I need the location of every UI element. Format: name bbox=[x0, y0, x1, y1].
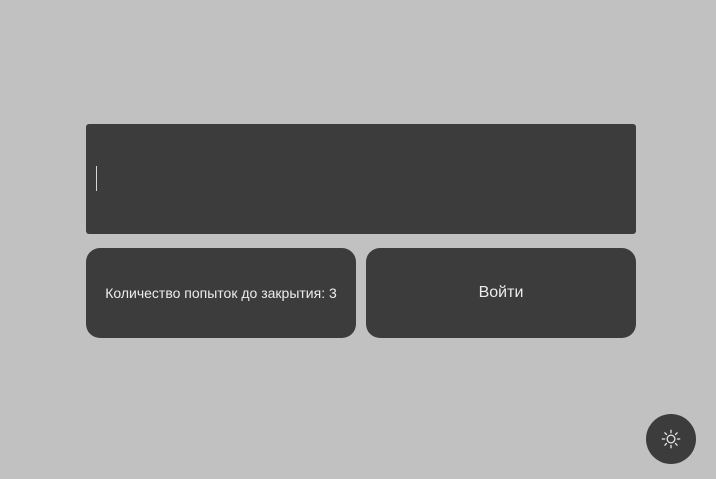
password-field[interactable] bbox=[86, 124, 636, 234]
text-caret bbox=[96, 166, 97, 191]
attempts-remaining-label: Количество попыток до закрытия: 3 bbox=[86, 248, 356, 338]
theme-toggle-button[interactable] bbox=[646, 414, 696, 464]
login-button[interactable]: Войти bbox=[366, 248, 636, 338]
password-input[interactable] bbox=[86, 124, 636, 234]
sun-icon bbox=[661, 429, 681, 449]
